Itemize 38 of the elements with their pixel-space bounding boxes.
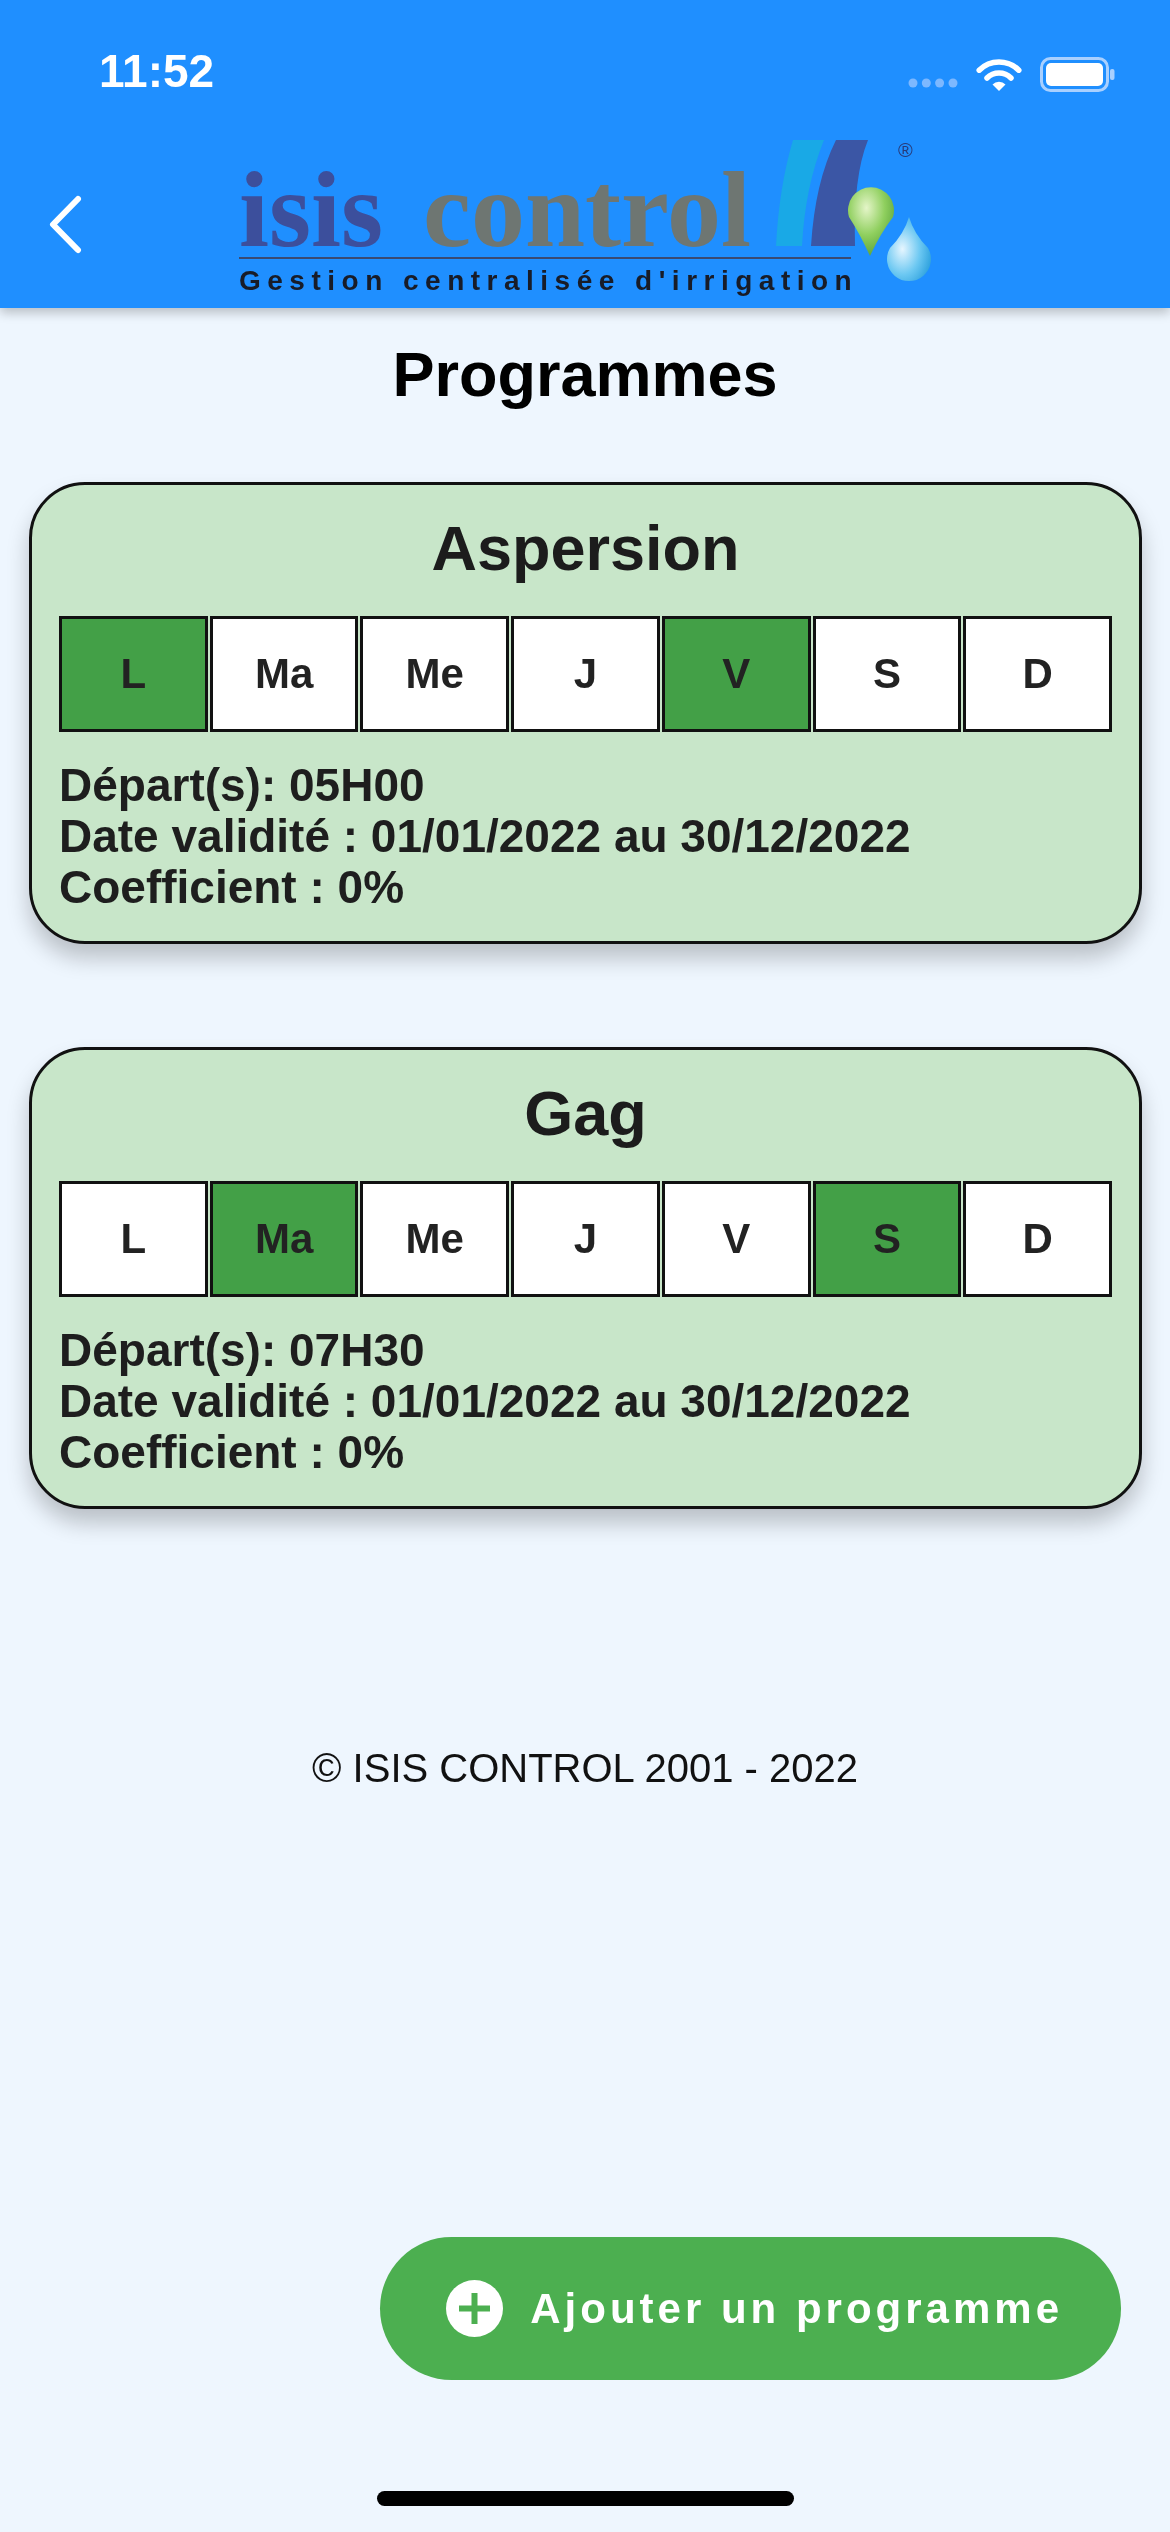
day-toggle: L <box>59 616 208 732</box>
program-detail: Coefficient : 0% <box>59 862 405 913</box>
battery-icon <box>1040 56 1115 92</box>
status-time: 11:52 <box>99 48 215 94</box>
day-toggle: J <box>511 616 660 732</box>
copyright-text: © ISIS CONTROL 2001 - 2022 <box>312 1745 858 1792</box>
back-icon[interactable] <box>48 195 82 254</box>
day-toggle: V <box>661 616 811 732</box>
program-detail: Date validité : 01/01/2022 au 30/12/2022 <box>59 1376 911 1427</box>
page-title: Programmes <box>392 338 778 410</box>
day-toggle: J <box>511 1181 660 1297</box>
wifi-icon <box>975 56 1023 92</box>
stripes-and-drop-icon <box>775 137 896 257</box>
water-drop-icon <box>884 216 934 284</box>
day-toggle: D <box>963 1181 1113 1297</box>
day-toggle: Me <box>360 1181 510 1297</box>
program-card[interactable]: Gag L Ma Me J V S D Départ(s): 07H30 Date validité : 01/01/2022 au 30/12/2022 Coefficient : 0% <box>29 1047 1142 1509</box>
logo-word: control <box>423 160 752 260</box>
day-toggle: Ma <box>209 1181 359 1297</box>
logo-word: isis <box>239 160 384 260</box>
day-toggle: V <box>661 1181 811 1297</box>
day-toggle: S <box>812 1181 962 1297</box>
day-toggle: S <box>812 616 962 732</box>
program-detail: Date validité : 01/01/2022 au 30/12/2022 <box>59 811 911 862</box>
signal-icon <box>908 77 958 88</box>
program-name: Aspersion <box>431 512 740 584</box>
day-toggle: L <box>59 1181 208 1297</box>
program-detail: Coefficient : 0% <box>59 1427 405 1478</box>
program-card[interactable]: Aspersion L Ma Me J V S D Départ(s): 05H00 Date validité : 01/01/2022 au 30/12/2022 Coefficient : 0% <box>29 482 1142 944</box>
plus-circle-icon <box>446 2280 504 2337</box>
logo-tagline: Gestion centralisée d'irrigation <box>239 265 859 297</box>
program-detail: Départ(s): 05H00 <box>59 760 425 811</box>
day-toggle: Ma <box>209 616 359 732</box>
day-toggle: Me <box>360 616 510 732</box>
day-toggle: D <box>963 616 1113 732</box>
registered-mark: ® <box>898 139 913 161</box>
program-name: Gag <box>524 1077 647 1149</box>
program-detail: Départ(s): 07H30 <box>59 1325 425 1376</box>
